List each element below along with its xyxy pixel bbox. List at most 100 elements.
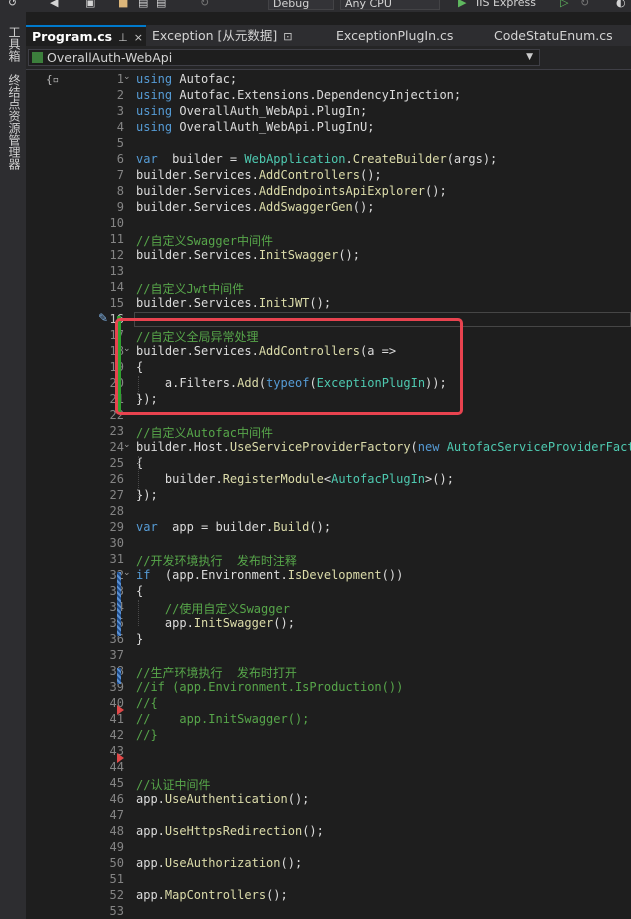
line-number: 52 xyxy=(109,888,124,902)
code-token: . xyxy=(345,152,353,166)
code-token: AddSwaggerGen xyxy=(258,200,353,214)
toolbox-tab[interactable]: 工具箱 xyxy=(5,26,21,62)
code-token: >(); xyxy=(425,472,454,486)
code-line[interactable]: app.MapControllers(); xyxy=(136,888,288,902)
code-line[interactable]: app.UseHttpsRedirection(); xyxy=(136,824,324,838)
code-line[interactable]: app.UseAuthentication(); xyxy=(136,792,309,806)
code-line[interactable]: //自定义Jwt中间件 xyxy=(136,280,244,297)
line-number: 23 xyxy=(109,424,124,438)
quick-actions-icon[interactable]: ✎ xyxy=(98,311,108,325)
csharp-project-icon xyxy=(32,52,43,63)
open-folder-icon[interactable]: ■ xyxy=(118,0,128,9)
code-token: { xyxy=(136,584,144,598)
code-line[interactable]: //生产环境执行 发布时打开 xyxy=(136,664,297,681)
code-line[interactable]: //自定义Autofac中间件 xyxy=(136,424,273,441)
code-line[interactable]: app.UseAuthorization(); xyxy=(136,856,302,870)
code-line[interactable]: //认证中间件 xyxy=(136,776,210,793)
fold-toggle-icon[interactable]: ⌄ xyxy=(123,440,131,450)
new-item-icon[interactable]: ▣ xyxy=(85,0,95,9)
reload-icon[interactable]: ↻ xyxy=(580,0,589,9)
code-line[interactable]: { xyxy=(136,584,143,598)
code-token: (); xyxy=(309,520,332,534)
code-line[interactable]: using OverallAuth_WebApi.PlugInU; xyxy=(136,120,374,134)
code-line[interactable]: //{ xyxy=(136,696,158,710)
code-line[interactable]: //} xyxy=(136,728,158,742)
redo-icon[interactable]: ↻ xyxy=(200,0,209,9)
code-line[interactable]: var builder = WebApplication.CreateBuild… xyxy=(136,152,497,166)
code-token: //生产环境执行 发布时打开 xyxy=(136,666,297,680)
code-token: app. xyxy=(136,616,194,630)
code-line[interactable]: //自定义Swagger中间件 xyxy=(136,232,273,249)
tab-code-statu-enum-cs[interactable]: CodeStatuEnum.cs xyxy=(488,25,631,46)
back-icon[interactable]: ◀ xyxy=(50,0,58,9)
code-line[interactable]: //开发环境执行 发布时注释 xyxy=(136,552,297,569)
code-token: InitSwagger xyxy=(193,616,274,630)
code-line[interactable]: builder.Services.InitJWT(); xyxy=(136,296,331,310)
code-line[interactable]: if (app.Environment.IsDevelopment()) xyxy=(136,568,403,582)
code-line[interactable]: using Autofac; xyxy=(136,72,237,86)
project-select[interactable]: OverallAuth-WebApi ▼ xyxy=(28,49,540,66)
code-line[interactable]: using OverallAuth_WebApi.PlugIn; xyxy=(136,104,367,118)
run-no-debug-icon[interactable]: ▷ xyxy=(560,0,568,9)
overflow-icon[interactable]: ◐ xyxy=(616,0,626,9)
code-line[interactable]: builder.Services.AddControllers(); xyxy=(136,168,382,182)
code-editor[interactable]: {▫ 1234567891011121314151617181920212223… xyxy=(26,70,631,919)
code-token: OverallAuth_WebApi.PlugInU; xyxy=(179,120,375,134)
code-token: InitSwagger xyxy=(258,248,339,262)
tab-exception-plugin-cs[interactable]: ExceptionPlugIn.cs xyxy=(330,25,488,46)
tab-program-cs[interactable]: Program.cs ⊥ × xyxy=(26,25,146,46)
tab-exception-metadata[interactable]: Exception [从元数据] ⊡ xyxy=(146,25,330,46)
line-number: 4 xyxy=(116,120,124,134)
platform-select[interactable]: Any CPU xyxy=(340,0,440,10)
code-token: builder.Services. xyxy=(136,296,259,310)
undo-icon[interactable]: ↺ xyxy=(8,0,17,9)
code-token: AutofacServiceProviderFactor xyxy=(446,440,631,454)
line-number: 15 xyxy=(109,296,124,310)
fold-toggle-icon[interactable]: ⌄ xyxy=(123,568,131,578)
fold-toggle-icon[interactable]: ⌄ xyxy=(123,72,131,82)
document-tabs: Program.cs ⊥ × Exception [从元数据] ⊡ Exception… xyxy=(26,25,631,46)
line-number: 53 xyxy=(109,904,124,918)
code-line[interactable]: app.InitSwagger(); xyxy=(136,616,295,630)
navigation-bar: OverallAuth-WebApi ▼ xyxy=(26,46,631,70)
line-number: 47 xyxy=(109,808,124,822)
run-icon[interactable]: ▶ xyxy=(458,0,466,9)
line-number: 49 xyxy=(109,840,124,854)
close-icon[interactable]: × xyxy=(134,31,143,44)
code-token: (args); xyxy=(446,152,498,166)
collapsed-region-arrow-icon[interactable] xyxy=(117,705,124,715)
code-line[interactable]: builder.Services.AddSwaggerGen(); xyxy=(136,200,374,214)
collapsed-region-arrow-icon[interactable] xyxy=(117,753,124,763)
code-token: //使用自定义Swagger xyxy=(136,602,290,616)
pin-icon[interactable]: ⊥ xyxy=(118,31,128,44)
code-line[interactable]: //使用自定义Swagger xyxy=(136,600,290,617)
code-token: //开发环境执行 发布时注释 xyxy=(136,554,297,568)
code-line[interactable]: builder.Services.InitSwagger(); xyxy=(136,248,360,262)
line-number: 8 xyxy=(116,184,124,198)
code-line[interactable]: } xyxy=(136,632,143,646)
endpoint-explorer-tab[interactable]: 终结点资源管理器 xyxy=(5,74,21,170)
code-token: app. xyxy=(136,856,165,870)
code-token: UseServiceProviderFactory xyxy=(229,440,411,454)
code-line[interactable]: var app = builder.Build(); xyxy=(136,520,331,534)
code-token: var xyxy=(136,520,165,534)
save-icon[interactable]: ▤ xyxy=(138,0,148,9)
code-line[interactable]: builder.Host.UseServiceProviderFactory(n… xyxy=(136,440,631,454)
indent-guide xyxy=(138,456,139,498)
line-number: 13 xyxy=(109,264,124,278)
code-line[interactable]: //if (app.Environment.IsProduction()) xyxy=(136,680,403,694)
line-number: 29 xyxy=(109,520,124,534)
code-token: UseAuthorization xyxy=(164,856,281,870)
code-line[interactable]: }); xyxy=(136,488,158,502)
code-line[interactable]: using Autofac.Extensions.DependencyInjec… xyxy=(136,88,461,102)
code-line[interactable]: builder.Services.AddEndpointsApiExplorer… xyxy=(136,184,447,198)
config-select[interactable]: Debug xyxy=(268,0,334,10)
run-target-label[interactable]: IIS Express xyxy=(476,0,536,9)
code-token: //认证中间件 xyxy=(136,778,211,792)
code-token: (); xyxy=(425,184,447,198)
save-all-icon[interactable]: ▤ xyxy=(156,0,166,9)
code-line[interactable]: builder.RegisterModule<AutofacPlugIn>(); xyxy=(136,472,454,486)
code-token: // app.InitSwagger(); xyxy=(136,712,310,726)
code-token: builder.Services. xyxy=(136,200,259,214)
code-line[interactable]: // app.InitSwagger(); xyxy=(136,712,309,726)
